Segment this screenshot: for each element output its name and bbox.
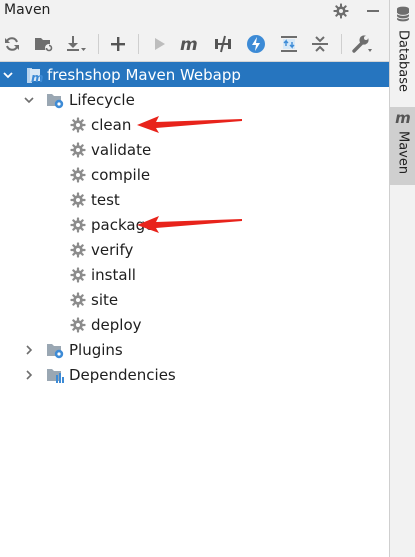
maven-stripe-button[interactable]: m Maven	[390, 107, 415, 185]
database-stripe-label: Database	[395, 30, 411, 93]
right-tool-stripe: Database m Maven	[389, 0, 415, 557]
red-arrow-package	[137, 216, 242, 233]
database-icon	[396, 6, 410, 26]
annotation-arrows	[137, 116, 242, 233]
red-arrow-clean	[137, 116, 242, 133]
maven-stripe-label: Maven	[395, 131, 411, 175]
maven-icon: m	[395, 109, 411, 127]
database-stripe-button[interactable]: Database	[390, 0, 415, 93]
